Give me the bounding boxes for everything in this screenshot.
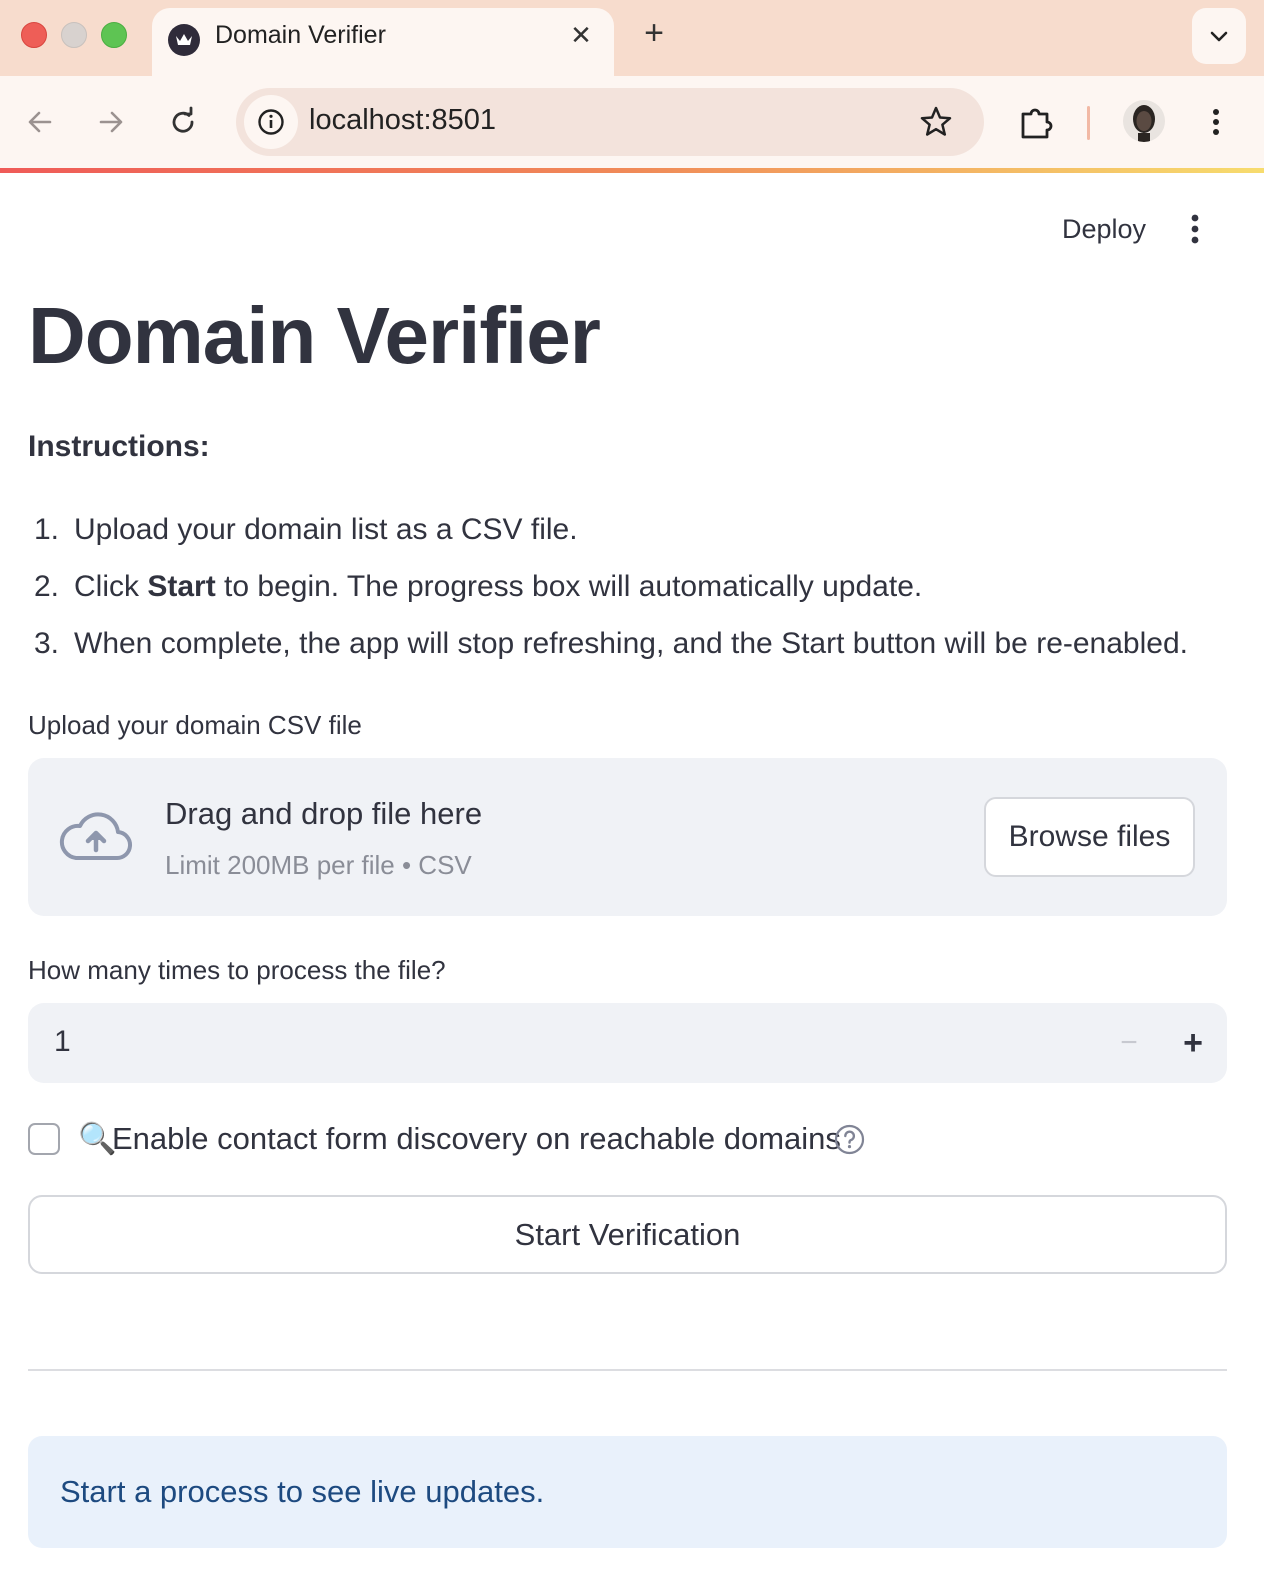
list-item: 3. When complete, the app will stop refre… bbox=[34, 627, 1188, 660]
number-input-label: How many times to process the file? bbox=[28, 955, 446, 985]
tab-title: Domain Verifier bbox=[215, 21, 386, 49]
site-info-icon[interactable] bbox=[244, 95, 298, 149]
page-title: Domain Verifier bbox=[28, 291, 601, 380]
file-uploader-label: Upload your domain CSV file bbox=[28, 710, 362, 740]
help-icon[interactable] bbox=[834, 1124, 865, 1155]
checkbox-label[interactable]: 🔍Enable contact form discovery on reacha… bbox=[78, 1120, 841, 1157]
star-icon[interactable] bbox=[916, 102, 956, 142]
instructions-heading: Instructions: bbox=[28, 430, 210, 463]
contact-form-discovery-checkbox[interactable] bbox=[28, 1123, 60, 1155]
more-vert-icon[interactable] bbox=[1196, 102, 1236, 142]
browser-tab-active[interactable]: Domain Verifier ✕ bbox=[152, 8, 614, 76]
window-minimize-button[interactable] bbox=[61, 22, 87, 48]
url-text[interactable]: localhost:8501 bbox=[309, 104, 496, 137]
window-close-button[interactable] bbox=[21, 22, 47, 48]
back-arrow-icon[interactable] bbox=[20, 102, 60, 142]
chevron-down-icon bbox=[1210, 31, 1228, 42]
number-input-value[interactable]: 1 bbox=[54, 1025, 71, 1059]
browser-tab-bar: Domain Verifier ✕ + bbox=[0, 0, 1264, 76]
deploy-button[interactable]: Deploy bbox=[1050, 206, 1158, 252]
info-alert: Start a process to see live updates. bbox=[28, 1436, 1227, 1548]
list-item: 1. Upload your domain list as a CSV file. bbox=[34, 513, 578, 546]
divider bbox=[28, 1369, 1227, 1371]
instructions-list: 1. Upload your domain list as a CSV file.… bbox=[28, 510, 1228, 681]
file-dropzone[interactable]: Drag and drop file here Limit 200MB per … bbox=[28, 758, 1227, 916]
window-maximize-button[interactable] bbox=[101, 22, 127, 48]
cloud-upload-icon bbox=[58, 806, 134, 866]
new-tab-plus-icon[interactable]: + bbox=[636, 15, 672, 51]
increment-button[interactable]: + bbox=[1174, 1019, 1212, 1067]
info-message: Start a process to see live updates. bbox=[60, 1474, 545, 1509]
app-decoration-bar bbox=[0, 168, 1264, 173]
process-count-stepper[interactable]: 1 − + bbox=[28, 1003, 1227, 1083]
list-item: 2. Click Start to begin. The progress box… bbox=[34, 570, 923, 603]
decrement-button[interactable]: − bbox=[1110, 1019, 1148, 1067]
tab-search-button[interactable] bbox=[1192, 8, 1246, 64]
reload-icon[interactable] bbox=[163, 102, 203, 142]
dropzone-title: Drag and drop file here bbox=[165, 796, 483, 831]
browser-toolbar: localhost:8501 bbox=[0, 76, 1264, 170]
profile-avatar[interactable] bbox=[1123, 100, 1165, 142]
dropzone-limit-text: Limit 200MB per file • CSV bbox=[165, 850, 472, 880]
browse-files-button[interactable]: Browse files bbox=[984, 797, 1195, 877]
toolbar-separator bbox=[1087, 106, 1090, 140]
main-menu-icon[interactable] bbox=[1178, 208, 1212, 250]
magnifier-emoji-icon: 🔍 bbox=[78, 1121, 117, 1156]
close-icon[interactable]: ✕ bbox=[564, 18, 598, 52]
start-verification-button[interactable]: Start Verification bbox=[28, 1195, 1227, 1274]
crown-favicon-icon bbox=[168, 24, 200, 56]
extensions-icon[interactable] bbox=[1016, 102, 1058, 144]
forward-arrow-icon[interactable] bbox=[91, 102, 131, 142]
address-bar[interactable]: localhost:8501 bbox=[236, 88, 984, 156]
